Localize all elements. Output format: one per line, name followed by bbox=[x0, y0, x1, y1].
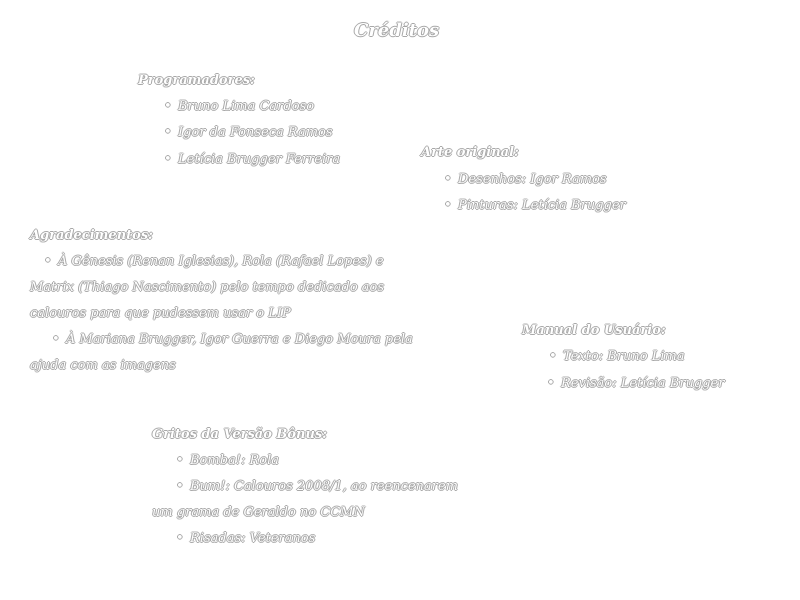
agradecimentos-item-line: À Mariana Brugger, Igor Guerra e Diego M… bbox=[66, 332, 413, 348]
programador-item: Letícia Brugger Ferreira bbox=[178, 152, 340, 168]
arte-item: Pinturas: Letícia Brugger bbox=[458, 198, 626, 214]
gritos-item-line: um grama de Geraldo no CCMN bbox=[152, 505, 365, 520]
agradecimentos-item-line: À Gênesis (Renan Iglesias), Rola (Rafael… bbox=[58, 254, 384, 270]
manual-heading: Manual do Usuário: bbox=[522, 323, 666, 338]
agradecimentos-item-line: Matrix (Thiago Nascimento) pelo tempo de… bbox=[30, 280, 385, 295]
agradecimentos-heading: Agradecimentos: bbox=[30, 228, 153, 243]
manual-item: Texto: Bruno Lima bbox=[563, 349, 685, 365]
programadores-heading: Programadores: bbox=[138, 73, 255, 88]
page-title: Créditos bbox=[354, 20, 440, 41]
agradecimentos-item-line: ajuda com as imagens bbox=[30, 358, 176, 373]
arte-item: Desenhos: Igor Ramos bbox=[458, 172, 607, 188]
gritos-item: Bomba!: Rola bbox=[190, 453, 279, 469]
gritos-heading: Gritos da Versão Bônus: bbox=[152, 427, 328, 442]
programador-item: Bruno Lima Cardoso bbox=[178, 99, 314, 115]
gritos-item: Risadas: Veteranos bbox=[190, 531, 315, 547]
agradecimentos-item-line: calouros para que pudessem usar o LIP bbox=[30, 306, 291, 321]
arte-original-heading: Arte original: bbox=[421, 145, 519, 160]
gritos-item: Bum!: Calouros 2008/1, ao reencenarem bbox=[190, 479, 458, 495]
programador-item: Igor da Fonseca Ramos bbox=[178, 125, 333, 141]
manual-item: Revisão: Letícia Brugger bbox=[561, 376, 724, 392]
